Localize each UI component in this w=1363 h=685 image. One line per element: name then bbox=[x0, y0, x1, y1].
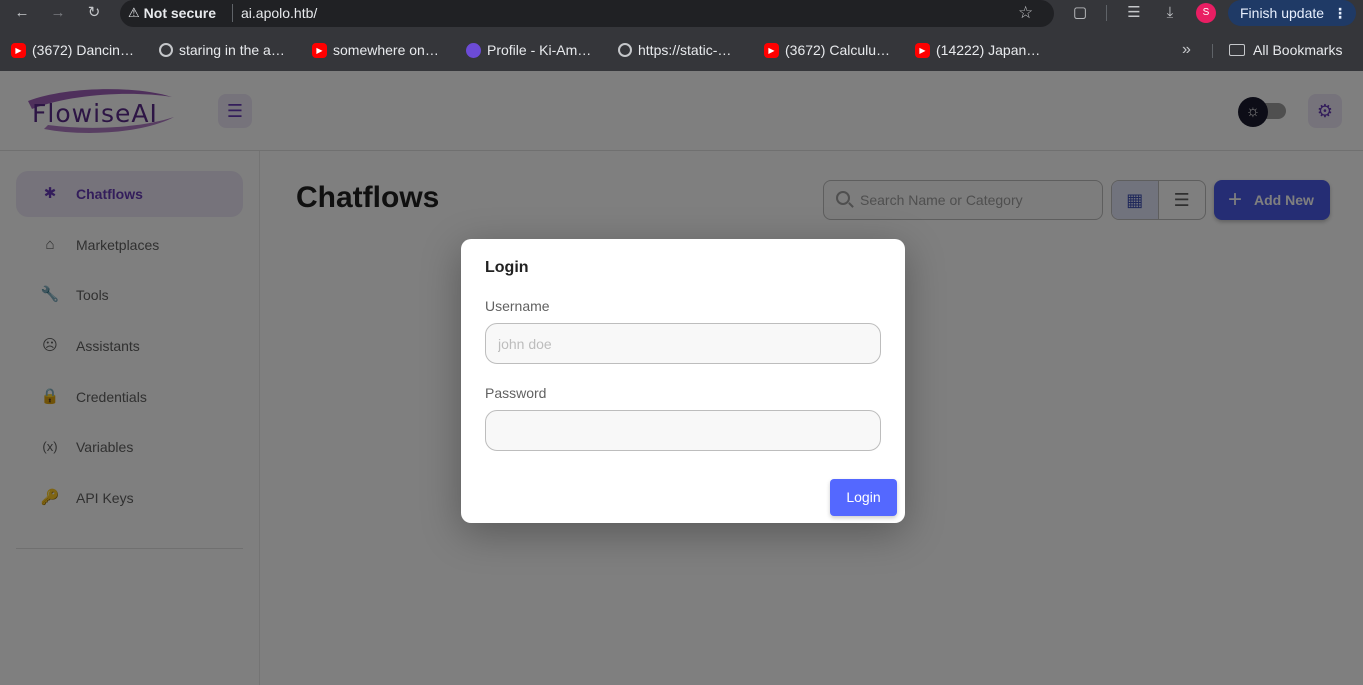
password-input[interactable] bbox=[498, 411, 868, 450]
bookmark-item[interactable]: https://static-… bbox=[618, 40, 731, 60]
bookmark-label: somewhere on… bbox=[333, 42, 439, 58]
finish-update-button[interactable]: Finish update ⋮ bbox=[1228, 0, 1356, 26]
password-label: Password bbox=[485, 385, 547, 401]
security-label: Not secure bbox=[143, 5, 217, 21]
chevron-double-right-icon[interactable]: » bbox=[1182, 40, 1191, 60]
youtube-icon: ▶ bbox=[312, 42, 327, 58]
bookmark-label: https://static-… bbox=[638, 42, 732, 58]
youtube-icon: ▶ bbox=[11, 42, 26, 58]
username-input[interactable] bbox=[498, 324, 868, 363]
dialog-title: Login bbox=[485, 259, 529, 276]
username-field[interactable] bbox=[485, 323, 881, 364]
bookmark-label: (3672) Calculu… bbox=[785, 42, 891, 58]
username-label: Username bbox=[485, 298, 550, 314]
bookmarks-divider bbox=[1212, 44, 1213, 58]
bookmark-label: staring in the a… bbox=[179, 42, 285, 58]
omnibox-divider bbox=[232, 4, 233, 22]
bookmarks-bar: ▶ (3672) Dancin… staring in the a… ▶ som… bbox=[0, 36, 1363, 64]
extensions-icon[interactable]: ▢ bbox=[1070, 3, 1090, 23]
security-chip[interactable]: ⚠ Not secure bbox=[128, 3, 216, 23]
bookmark-item[interactable]: staring in the a… bbox=[159, 40, 285, 60]
kebab-menu-icon: ⋮ bbox=[1333, 5, 1347, 21]
bookmark-label: (14222) Japan… bbox=[936, 42, 1041, 58]
media-controls-icon[interactable]: ☰ bbox=[1124, 3, 1144, 23]
login-dialog: Login Username Password Login bbox=[461, 239, 905, 523]
toolbar-divider bbox=[1106, 5, 1107, 21]
youtube-icon: ▶ bbox=[764, 42, 779, 58]
bookmark-star-icon[interactable]: ☆ bbox=[1018, 2, 1033, 24]
profile-site-icon bbox=[466, 42, 481, 58]
download-icon[interactable]: ⤓ bbox=[1160, 3, 1180, 23]
globe-icon bbox=[618, 43, 632, 57]
password-field[interactable] bbox=[485, 410, 881, 451]
bookmark-item[interactable]: ▶ somewhere on… bbox=[312, 40, 439, 60]
back-arrow-icon[interactable]: ← bbox=[11, 3, 33, 23]
bookmark-label: (3672) Dancin… bbox=[32, 42, 134, 58]
all-bookmarks-label: All Bookmarks bbox=[1253, 42, 1343, 58]
bookmark-item[interactable]: Profile - Ki-Am… bbox=[466, 40, 591, 60]
bookmark-item[interactable]: ▶ (3672) Dancin… bbox=[11, 40, 134, 60]
bookmark-item[interactable]: ▶ (3672) Calculu… bbox=[764, 40, 890, 60]
reload-icon[interactable]: ↻ bbox=[83, 3, 105, 23]
folder-icon bbox=[1229, 44, 1245, 56]
youtube-icon: ▶ bbox=[915, 42, 930, 58]
finish-update-label: Finish update bbox=[1240, 5, 1325, 21]
bookmark-item[interactable]: ▶ (14222) Japan… bbox=[915, 40, 1040, 60]
browser-chrome: ← → ↻ ⚠ Not secure ai.apolo.htb/ ☆ ▢ ☰ ⤓… bbox=[0, 0, 1363, 71]
bookmark-label: Profile - Ki-Am… bbox=[487, 42, 592, 58]
all-bookmarks-button[interactable]: All Bookmarks bbox=[1229, 40, 1342, 60]
warning-icon: ⚠ bbox=[128, 5, 140, 20]
url-text[interactable]: ai.apolo.htb/ bbox=[241, 3, 317, 23]
login-button[interactable]: Login bbox=[830, 479, 897, 516]
profile-avatar[interactable]: S bbox=[1196, 3, 1216, 23]
browser-toolbar: ← → ↻ ⚠ Not secure ai.apolo.htb/ ☆ ▢ ☰ ⤓… bbox=[0, 0, 1363, 27]
forward-arrow-icon[interactable]: → bbox=[47, 3, 69, 23]
globe-icon bbox=[159, 43, 173, 57]
